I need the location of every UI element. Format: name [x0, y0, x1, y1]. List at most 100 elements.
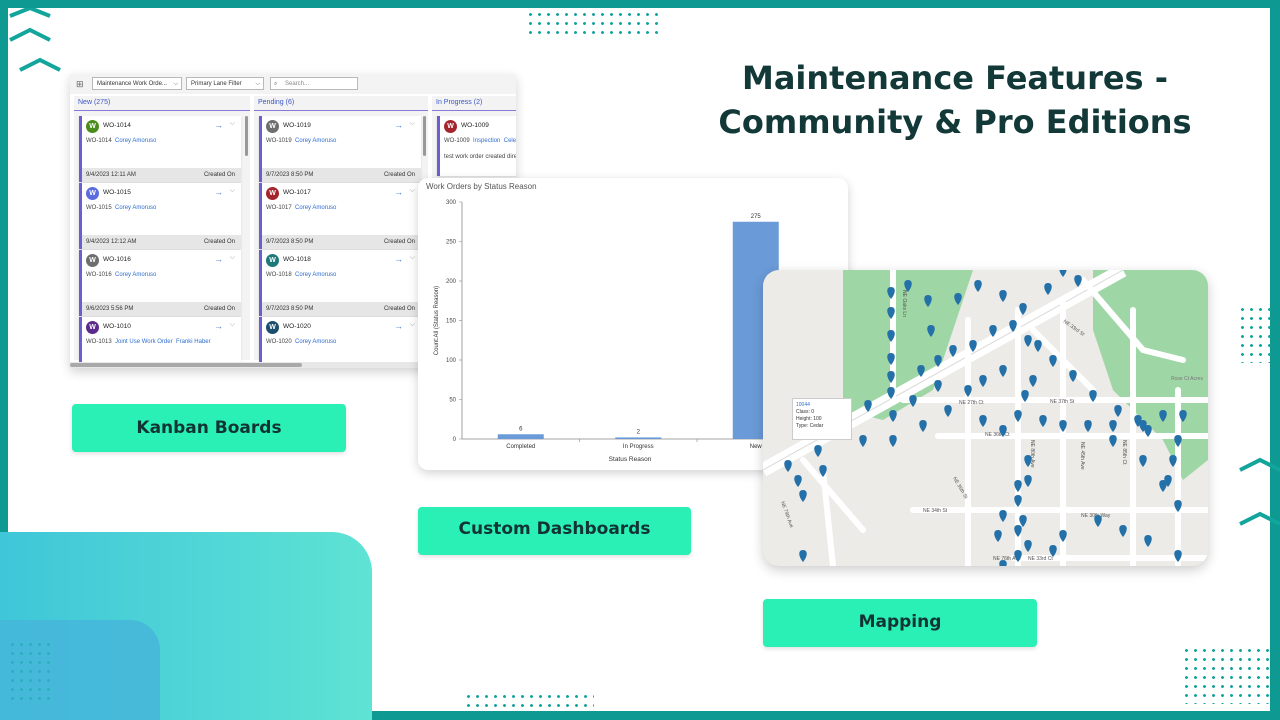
card-link[interactable]: Corey Amoruso — [295, 138, 336, 144]
card-link[interactable]: Corey Amoruso — [295, 205, 336, 211]
view-select[interactable]: Maintenance Work Orde... ⌵ — [92, 77, 182, 90]
chevron-down-icon[interactable]: ⌵ — [410, 187, 415, 195]
arrow-right-icon[interactable]: → — [214, 254, 223, 264]
map-pin-icon[interactable] — [994, 530, 1002, 542]
chevron-down-icon[interactable]: ⌵ — [230, 254, 235, 262]
map-pin-icon[interactable] — [999, 510, 1007, 522]
map-pin-icon[interactable] — [1029, 375, 1037, 387]
map-pin-icon[interactable] — [1024, 540, 1032, 552]
map-pin-icon[interactable] — [974, 280, 982, 292]
map-pin-icon[interactable] — [799, 490, 807, 502]
map-pin-icon[interactable] — [909, 395, 917, 407]
map-pin-icon[interactable] — [999, 290, 1007, 302]
search-input[interactable]: ⌕ Search... — [270, 77, 358, 90]
map-pin-icon[interactable] — [1119, 525, 1127, 537]
arrow-right-icon[interactable]: → — [214, 120, 223, 130]
card-title: WO-1009 — [461, 122, 489, 129]
map-pin-icon[interactable] — [1069, 370, 1077, 382]
kanban-card[interactable]: W WO-1018 → ⌵ WO-1018 Corey Amoruso 9/7/2023 … — [259, 250, 421, 316]
kanban-card[interactable]: W WO-1010 → ⌵ WO-1013 Joint Use Work Order F… — [79, 317, 241, 368]
map-pin-icon[interactable] — [799, 550, 807, 562]
lane-filter-select[interactable]: Primary Lane Filter ⌵ — [186, 77, 264, 90]
card-link[interactable]: Inspection — [473, 138, 500, 144]
card-link[interactable]: Corey Amoruso — [115, 138, 156, 144]
bar[interactable] — [497, 434, 544, 439]
map-pin-icon[interactable] — [1024, 335, 1032, 347]
map-pin-icon[interactable] — [1139, 455, 1147, 467]
card-link[interactable]: Corey Amoruso — [295, 272, 336, 278]
kanban-card[interactable]: W WO-1016 → ⌵ WO-1016 Corey Amoruso 9/6/2023 … — [79, 250, 241, 316]
map-pin-icon[interactable] — [1109, 435, 1117, 447]
map-pin-icon[interactable] — [859, 435, 867, 447]
map-pin-icon[interactable] — [1159, 480, 1167, 492]
card-footer-label: Created On — [383, 172, 415, 178]
chevron-down-icon[interactable]: ⌵ — [410, 120, 415, 128]
card-title: WO-1019 — [283, 122, 311, 129]
map-pin-icon[interactable] — [944, 405, 952, 417]
kanban-column: Pending (6) W WO-1019 → ⌵ WO-1019 Corey Amoru… — [254, 96, 428, 368]
arrow-right-icon[interactable]: → — [394, 254, 403, 264]
map-pin-icon[interactable] — [1114, 405, 1122, 417]
card-link[interactable]: Joint Use Work Order — [115, 339, 173, 345]
scrollbar-thumb[interactable] — [70, 363, 302, 367]
arrow-right-icon[interactable]: → — [394, 120, 403, 130]
map-pin-icon[interactable] — [814, 445, 822, 457]
map-pin-icon[interactable] — [1144, 535, 1152, 547]
tooltip-id[interactable]: 10044 — [796, 402, 848, 409]
kanban-card[interactable]: W WO-1017 → ⌵ WO-1017 Corey Amoruso 9/7/2023 … — [259, 183, 421, 249]
card-link-secondary[interactable]: Cele — [504, 138, 516, 144]
map-pin-icon[interactable] — [1059, 270, 1067, 277]
map-pin-icon[interactable] — [1024, 475, 1032, 487]
arrow-right-icon[interactable]: → — [214, 187, 223, 197]
map-pin-icon[interactable] — [1109, 420, 1117, 432]
map-pin-icon[interactable] — [784, 460, 792, 472]
card-link-secondary[interactable]: Franki Haber — [176, 339, 211, 345]
map-pin-icon[interactable] — [1074, 275, 1082, 287]
map-pin-icon[interactable] — [999, 365, 1007, 377]
bar-data-label: 2 — [637, 429, 641, 435]
column-scrollbar[interactable] — [423, 116, 426, 156]
map-pin-icon[interactable] — [1044, 283, 1052, 295]
map-pin-icon[interactable] — [794, 475, 802, 487]
map-pin-icon[interactable] — [1094, 515, 1102, 527]
map-pin-icon[interactable] — [1039, 415, 1047, 427]
y-tick-label: 0 — [453, 437, 457, 443]
chevron-down-icon[interactable]: ⌵ — [410, 321, 415, 329]
map-pin-icon[interactable] — [919, 420, 927, 432]
card-link[interactable]: Corey Amoruso — [115, 272, 156, 278]
map-pin-icon[interactable] — [1049, 355, 1057, 367]
chevron-down-icon[interactable]: ⌵ — [410, 254, 415, 262]
park-area — [1093, 270, 1208, 480]
arrow-right-icon[interactable]: → — [214, 321, 223, 331]
map-pin-icon[interactable] — [979, 415, 987, 427]
arrow-right-icon[interactable]: → — [394, 321, 403, 331]
kanban-column: New (275) W WO-1014 → ⌵ WO-1014 Corey Amoruso… — [74, 96, 250, 368]
kanban-column-header: Pending (6) — [254, 96, 428, 111]
chevron-down-icon[interactable]: ⌵ — [230, 187, 235, 195]
map-pin-icon[interactable] — [999, 560, 1007, 566]
kanban-card[interactable]: W WO-1020 → ⌵ WO-1020 Corey Amoruso — [259, 317, 421, 368]
chevron-down-icon[interactable]: ⌵ — [230, 321, 235, 329]
map-pin-icon[interactable] — [979, 375, 987, 387]
mapping-label[interactable]: Mapping — [763, 599, 1037, 647]
card-link[interactable]: Corey Amoruso — [115, 205, 156, 211]
y-tick-label: 50 — [449, 398, 456, 404]
column-scrollbar[interactable] — [245, 116, 248, 156]
map-pin-icon[interactable] — [889, 435, 897, 447]
map-pin-icon[interactable] — [1034, 340, 1042, 352]
map-pin-icon[interactable] — [1084, 420, 1092, 432]
kanban-card[interactable]: W WO-1015 → ⌵ WO-1015 Corey Amoruso 9/4/2023 … — [79, 183, 241, 249]
map-pin-icon[interactable] — [934, 380, 942, 392]
card-link[interactable]: Corey Amoruso — [295, 339, 336, 345]
arrow-right-icon[interactable]: → — [394, 187, 403, 197]
chevron-down-icon[interactable]: ⌵ — [230, 120, 235, 128]
custom-dashboards-label[interactable]: Custom Dashboards — [418, 507, 691, 555]
grid-icon[interactable]: ⊞ — [76, 79, 86, 89]
street-label: NE 33rd Ct — [1028, 556, 1053, 562]
bar[interactable] — [615, 437, 662, 439]
kanban-card[interactable]: W WO-1009 WO-1009 Inspection Cele test work… — [437, 116, 516, 176]
kanban-boards-label[interactable]: Kanban Boards — [72, 404, 346, 452]
map-pin-icon[interactable] — [889, 410, 897, 422]
kanban-card[interactable]: W WO-1019 → ⌵ WO-1019 Corey Amoruso 9/7/2023 … — [259, 116, 421, 182]
kanban-card[interactable]: W WO-1014 → ⌵ WO-1014 Corey Amoruso 9/4/2023 … — [79, 116, 241, 182]
